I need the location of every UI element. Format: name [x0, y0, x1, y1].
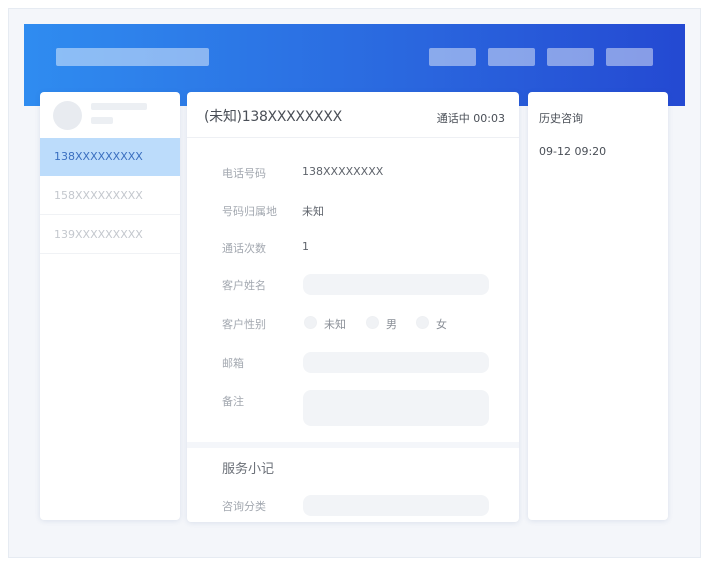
call-list-panel: 138XXXXXXXXX 158XXXXXXXXX 139XXXXXXXXX [40, 92, 180, 520]
agent-profile [40, 92, 180, 138]
call-list-item[interactable]: 139XXXXXXXXX [40, 216, 180, 254]
category-select[interactable] [303, 495, 489, 516]
category-label: 咨询分类 [222, 500, 266, 513]
agent-status-placeholder [91, 117, 113, 124]
gender-radio-unknown[interactable] [304, 316, 317, 329]
section-divider [187, 442, 519, 448]
history-title: 历史咨询 [539, 112, 583, 125]
gender-option-unknown: 未知 [324, 318, 346, 331]
call-status-timer: 通话中 00:03 [436, 112, 505, 125]
location-label: 号码归属地 [222, 205, 277, 218]
email-input[interactable] [303, 352, 489, 373]
nav-button-2[interactable] [488, 48, 535, 66]
call-header: (未知)138XXXXXXXX 通话中 00:03 [187, 92, 519, 138]
phone-label: 电话号码 [222, 167, 266, 180]
call-count-value: 1 [302, 240, 309, 253]
agent-name-placeholder [91, 103, 147, 110]
gender-radio-male[interactable] [366, 316, 379, 329]
notes-textarea[interactable] [303, 390, 489, 426]
customer-name-label: 客户姓名 [222, 279, 266, 292]
location-value: 未知 [302, 205, 324, 218]
history-panel: 历史咨询 09-12 09:20 [528, 92, 668, 520]
nav-button-1[interactable] [429, 48, 476, 66]
nav-button-3[interactable] [547, 48, 594, 66]
call-list-item[interactable]: 158XXXXXXXXX [40, 177, 180, 215]
nav-button-4[interactable] [606, 48, 653, 66]
call-list-item-active[interactable]: 138XXXXXXXXX [40, 138, 180, 176]
gender-option-male: 男 [386, 318, 397, 331]
gender-option-female: 女 [436, 318, 447, 331]
service-notes-title: 服务小记 [222, 462, 275, 477]
history-item[interactable]: 09-12 09:20 [539, 145, 606, 158]
call-count-label: 通话次数 [222, 242, 266, 255]
gender-label: 客户性别 [222, 318, 266, 331]
gender-radio-female[interactable] [416, 316, 429, 329]
call-detail-panel: (未知)138XXXXXXXX 通话中 00:03 电话号码 138XXXXXX… [187, 92, 519, 522]
phone-value: 138XXXXXXXX [302, 165, 384, 178]
call-title: (未知)138XXXXXXXX [204, 109, 342, 125]
customer-name-input[interactable] [303, 274, 489, 295]
app-logo-placeholder [56, 48, 209, 66]
notes-label: 备注 [222, 395, 244, 408]
email-label: 邮箱 [222, 357, 244, 370]
avatar [53, 101, 82, 130]
